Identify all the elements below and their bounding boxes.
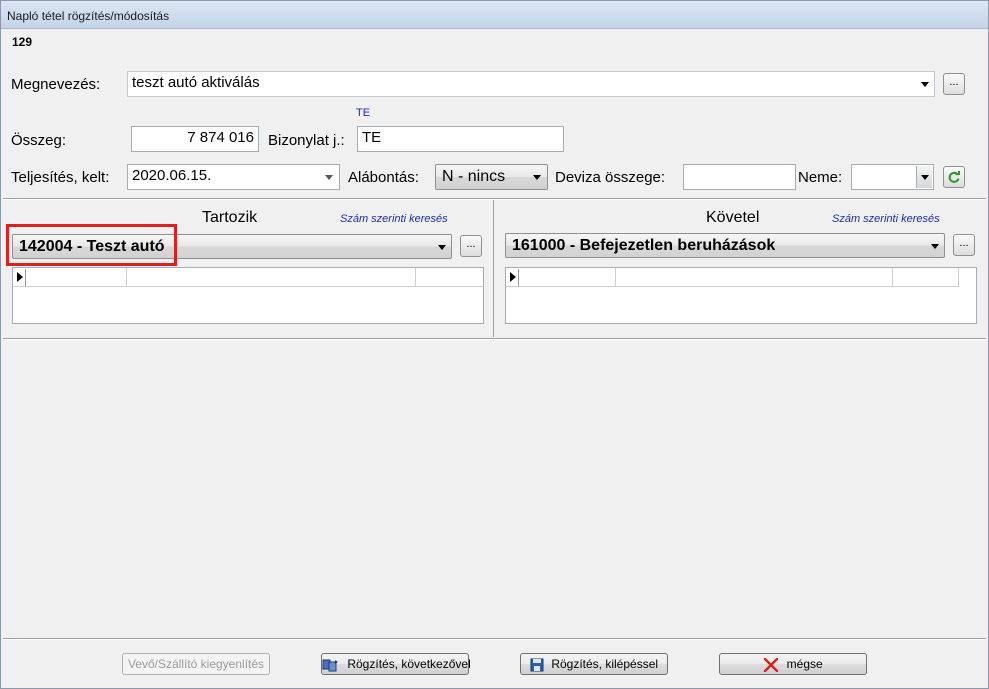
debit-grid[interactable] [12,267,484,324]
save-next-button[interactable]: Rögzítés, következővel [321,653,471,675]
amount-label: Összeg: [11,132,67,149]
chevron-down-icon[interactable] [931,243,939,249]
name-label: Megnevezés: [11,76,101,93]
currency-label: Neme: [798,169,843,186]
calendar-dropdown-icon[interactable] [325,175,333,180]
chevron-down-icon [921,175,929,180]
credit-account-select[interactable]: 161000 - Befejezetlen beruházások [505,233,945,258]
row-indicator-icon [507,269,519,286]
credit-grid-col [958,268,959,287]
reconcile-button[interactable]: Vevő/Szállító kiegyenlítés [122,653,270,675]
chevron-down-icon[interactable] [438,244,446,250]
name-combo[interactable]: teszt autó aktiválás [127,71,935,97]
currency-dropdown-button[interactable] [916,166,932,188]
chevron-down-icon[interactable] [533,175,541,180]
amount-input[interactable]: 7 874 016 [131,126,259,152]
debit-grid-header [13,268,483,287]
date-value: 2020.06.15. [132,167,212,184]
debit-search-link[interactable]: Szám szerinti keresés [340,213,448,225]
save-icon [530,658,544,672]
debit-grid-col [415,268,416,287]
separator-top-light [3,199,986,200]
chevron-down-icon[interactable] [921,82,929,87]
credit-browse-button[interactable]: ... [953,234,975,256]
debit-title: Tartozik [202,209,258,226]
row-indicator-icon [14,269,26,286]
split-label: Alábontás: [348,169,419,186]
debit-browse-button[interactable]: ... [460,235,482,257]
refresh-icon [948,171,960,183]
credit-grid-col [615,268,616,287]
credit-grid[interactable] [505,267,977,324]
close-icon[interactable] [968,1,982,19]
name-browse-button[interactable]: ... [943,73,965,95]
credit-grid-col [892,268,893,287]
name-value: teszt autó aktiválás [132,74,260,91]
doc-input[interactable]: TE [357,126,564,152]
date-label: Teljesítés, kelt: [11,169,110,186]
fx-amount-input[interactable] [683,164,796,190]
credit-grid-header [506,268,958,287]
save-exit-button[interactable]: Rögzítés, kilépéssel [520,653,668,675]
record-id: 129 [12,35,33,49]
currency-select[interactable] [851,164,934,190]
split-value: N - nincs [442,168,506,185]
debit-grid-col [126,268,127,287]
save-next-icon [322,659,338,672]
doc-label: Bizonylat j.: [268,132,345,149]
dialog-window: Napló tétel rögzítés/módosítás 129 Megne… [0,0,989,689]
separator-bottom-light [3,639,986,640]
debit-highlight-box [6,224,177,266]
close-icon [764,657,779,672]
date-picker[interactable]: 2020.06.15. [127,164,340,190]
title-bar: Napló tétel rögzítés/módosítás [1,1,988,29]
reconcile-label: Vevő/Szállító kiegyenlítés [127,657,265,671]
split-select[interactable]: N - nincs [435,164,548,190]
save-exit-label: Rögzítés, kilépéssel [551,657,659,671]
fx-amount-label: Deviza összege: [555,169,666,186]
cancel-label: mégse [786,657,823,671]
cancel-button[interactable]: mégse [719,653,867,675]
credit-account-value: 161000 - Befejezetlen beruházások [512,237,776,254]
separator-mid-light [3,339,986,340]
credit-title: Követel [706,209,760,226]
window-title: Napló tétel rögzítés/módosítás [7,9,170,23]
credit-search-link[interactable]: Szám szerinti keresés [832,213,940,225]
separator-vertical [493,200,494,337]
save-next-label: Rögzítés, következővel [347,657,471,671]
te-hint: TE [356,107,371,119]
refresh-button[interactable] [943,166,965,188]
